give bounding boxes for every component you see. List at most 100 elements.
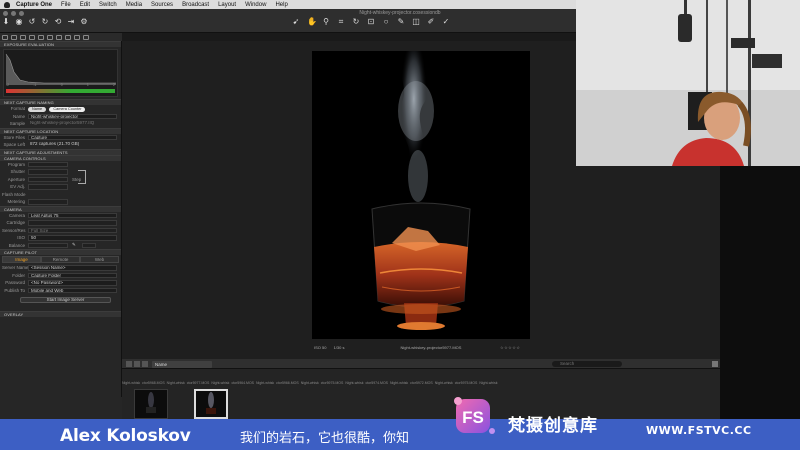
password-input[interactable]: <No Password> xyxy=(28,280,117,286)
program-field[interactable] xyxy=(28,161,68,167)
library-tab-icon[interactable] xyxy=(2,34,8,40)
tool-tab-icons xyxy=(0,33,122,41)
whiskey-glass-image xyxy=(312,51,530,339)
browser-toolbar: Name Search xyxy=(122,359,720,369)
apple-icon[interactable] xyxy=(4,1,10,8)
flash-row: Flash Mode xyxy=(0,191,121,199)
menu-window[interactable]: Window xyxy=(245,2,266,8)
camera-counter-token[interactable]: Camera Counter xyxy=(49,106,86,112)
batch-tab-icon[interactable] xyxy=(83,34,89,40)
rotate-tool-icon[interactable]: ↻ xyxy=(352,18,360,26)
tab-web[interactable]: Web xyxy=(80,256,119,263)
pan-tool-icon[interactable]: ✋ xyxy=(307,18,317,26)
menu-file[interactable]: File xyxy=(61,2,71,8)
menu-switch[interactable]: Switch xyxy=(99,2,117,8)
server-input[interactable]: <Session Name> xyxy=(28,265,117,271)
rotate-left-icon[interactable]: ↺ xyxy=(28,18,36,26)
zoom-window-button[interactable] xyxy=(19,11,24,16)
thumbnail[interactable] xyxy=(134,389,168,419)
rotate-right-icon[interactable]: ↻ xyxy=(41,18,49,26)
aperture-label: Aperture xyxy=(7,176,25,182)
thumb-filename: ctor5968.MOS xyxy=(142,381,165,385)
folder-label: Folder xyxy=(12,272,25,278)
zoom-tool-icon[interactable]: ⚲ xyxy=(322,18,330,26)
keystone-tool-icon[interactable]: ⊡ xyxy=(367,18,375,26)
crop-tool-icon[interactable]: ⌗ xyxy=(337,18,345,26)
copy-adjustments-icon[interactable]: ⇥ xyxy=(67,18,75,26)
metering-field[interactable] xyxy=(28,199,68,205)
sensor-select[interactable]: Full Size xyxy=(28,227,117,233)
menu-sources[interactable]: Sources xyxy=(151,2,173,8)
password-label: Password xyxy=(5,280,25,286)
menu-help[interactable]: Help xyxy=(275,2,287,8)
cartridge-select[interactable] xyxy=(28,220,117,226)
menu-media[interactable]: Media xyxy=(126,2,142,8)
format-tokens[interactable]: Name Camera Counter xyxy=(28,106,121,112)
menu-app[interactable]: Capture One xyxy=(16,2,52,8)
filmstrip-view-icon[interactable] xyxy=(142,361,148,367)
thumb-filename: Night-whisk xyxy=(122,381,141,385)
name-row: Name Night-whiskey-projector xyxy=(0,113,121,121)
color-tab-icon[interactable] xyxy=(20,34,26,40)
sort-select[interactable]: Name xyxy=(152,361,212,368)
spot-tool-icon[interactable]: ○ xyxy=(382,18,390,26)
exposure-evaluation-header[interactable]: EXPOSURE EVALUATION xyxy=(0,41,121,47)
pointer-tool-icon[interactable]: ➹ xyxy=(292,18,300,26)
adjustments-tab-icon[interactable] xyxy=(56,34,62,40)
publish-select[interactable]: Mobile and Web xyxy=(28,287,117,293)
picker-tool-icon[interactable]: ✐ xyxy=(427,18,435,26)
minimize-window-button[interactable] xyxy=(11,11,16,16)
metadata-tab-icon[interactable] xyxy=(65,34,71,40)
capture-icon[interactable]: ◉ xyxy=(15,18,23,26)
browser-search-input[interactable]: Search xyxy=(552,361,622,367)
balance-set-button[interactable] xyxy=(81,242,96,248)
overlay-header[interactable]: OVERLAY xyxy=(0,311,121,317)
balance-select[interactable] xyxy=(28,242,68,248)
iso-select[interactable]: 50 xyxy=(28,235,117,241)
name-token[interactable]: Name xyxy=(28,106,47,112)
thumb-filename: ctor5964.MOS xyxy=(231,381,255,385)
tool-panel-empty-area xyxy=(0,397,122,419)
browser-options-icon[interactable] xyxy=(712,361,718,367)
brush-tool-icon[interactable]: ✎ xyxy=(397,18,405,26)
whiskey-photo xyxy=(312,51,530,339)
exposure-tab-icon[interactable] xyxy=(29,34,35,40)
filename-caption: Night-whiskey-projector5977.MOS xyxy=(400,344,462,350)
ev-field[interactable] xyxy=(28,184,68,190)
name-input[interactable]: Night-whiskey-projector xyxy=(28,113,117,119)
camera-select[interactable]: Leaf Aptus 75 xyxy=(28,212,117,218)
star-rating[interactable]: ☆☆☆☆☆ xyxy=(500,345,530,350)
import-icon[interactable]: ⬇ xyxy=(2,18,10,26)
annotate-tool-icon[interactable]: ✓ xyxy=(442,18,450,26)
details-tab-icon[interactable] xyxy=(47,34,53,40)
list-view-icon[interactable] xyxy=(134,361,140,367)
capture-tab-icon[interactable] xyxy=(11,34,17,40)
store-select[interactable]: Capture xyxy=(28,134,117,140)
output-tab-icon[interactable] xyxy=(74,34,80,40)
lens-tab-icon[interactable] xyxy=(38,34,44,40)
aperture-field[interactable] xyxy=(28,176,68,182)
start-image-server-button[interactable]: Start Image Server xyxy=(20,297,111,303)
process-icon[interactable]: ⚙ xyxy=(80,18,88,26)
format-row: Format Name Camera Counter xyxy=(0,105,121,113)
capture-pilot-header[interactable]: CAPTURE PILOT xyxy=(0,249,121,255)
sensor-row: Sensor/Res Full Size xyxy=(0,227,121,235)
folder-select[interactable]: Capture Folder xyxy=(28,272,117,278)
histogram-scale: -2 -1 0 1 2 xyxy=(6,83,115,87)
eyedropper-icon[interactable]: ✎ xyxy=(72,242,76,248)
eraser-tool-icon[interactable]: ◫ xyxy=(412,18,420,26)
grid-view-icon[interactable] xyxy=(126,361,132,367)
menu-edit[interactable]: Edit xyxy=(80,2,90,8)
tab-remote[interactable]: Remote xyxy=(41,256,80,263)
program-label: Program xyxy=(7,161,25,167)
menu-layout[interactable]: Layout xyxy=(218,2,236,8)
reset-icon[interactable]: ⟲ xyxy=(54,18,62,26)
tab-image[interactable]: Image xyxy=(2,256,41,263)
metering-label: Metering xyxy=(7,199,25,205)
password-row: Password <No Password> xyxy=(0,279,121,287)
thumbnail-selected[interactable] xyxy=(194,389,228,419)
close-window-button[interactable] xyxy=(3,11,8,16)
shutter-field[interactable] xyxy=(28,169,68,175)
toolbar-left-group: ⬇ ◉ ↺ ↻ ⟲ ⇥ ⚙ xyxy=(2,18,88,26)
menu-broadcast[interactable]: Broadcast xyxy=(182,2,209,8)
